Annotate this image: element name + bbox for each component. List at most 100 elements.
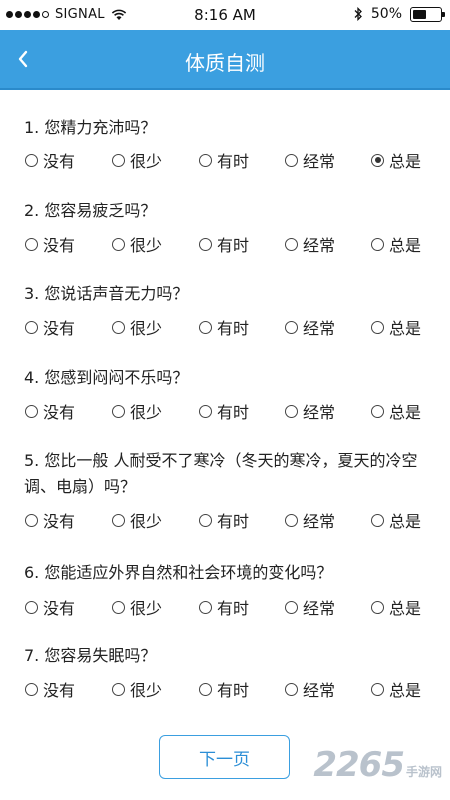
radio-icon[interactable]: [199, 513, 212, 527]
next-page-button[interactable]: 下一页: [159, 735, 290, 779]
question-7-option-5[interactable]: 总是: [371, 678, 421, 700]
question-5-options: 没有 很少 有时 经常 总是: [25, 509, 445, 531]
radio-icon[interactable]: [371, 153, 384, 167]
radio-icon[interactable]: [112, 600, 125, 614]
radio-icon[interactable]: [371, 237, 384, 251]
radio-icon[interactable]: [285, 404, 298, 418]
option-label: 很少: [130, 681, 163, 700]
radio-icon[interactable]: [25, 513, 38, 527]
question-4-option-5[interactable]: 总是: [371, 400, 421, 422]
question-4-option-2[interactable]: 很少: [112, 400, 162, 422]
question-2-option-4[interactable]: 经常: [285, 233, 335, 255]
radio-icon[interactable]: [199, 404, 212, 418]
question-6-text: 6. 您能适应外界自然和社会环境的变化吗？: [24, 563, 333, 582]
question-4-text: 4. 您感到闷闷不乐吗？: [24, 368, 189, 387]
radio-icon[interactable]: [371, 600, 384, 614]
radio-icon[interactable]: [285, 513, 298, 527]
question-1-option-2[interactable]: 很少: [112, 149, 162, 171]
status-bar: SIGNAL 8:16 AM 50%: [0, 0, 450, 30]
radio-icon[interactable]: [371, 320, 384, 334]
question-7-option-1[interactable]: 没有: [25, 678, 75, 700]
radio-icon[interactable]: [285, 320, 298, 334]
question-3-option-5[interactable]: 总是: [371, 316, 421, 338]
option-label: 总是: [389, 599, 422, 618]
option-label: 有时: [217, 403, 250, 422]
radio-icon[interactable]: [112, 320, 125, 334]
radio-icon[interactable]: [112, 513, 125, 527]
radio-icon[interactable]: [199, 153, 212, 167]
option-label: 总是: [389, 152, 422, 171]
question-6-option-3[interactable]: 有时: [199, 596, 249, 618]
question-5-option-5[interactable]: 总是: [371, 509, 421, 531]
question-4-option-1[interactable]: 没有: [25, 400, 75, 422]
question-5-text: 5. 您比一般 人耐受不了寒冷（冬天的寒冷，夏天的冷空调、电扇）吗？: [24, 451, 418, 496]
question-4-option-4[interactable]: 经常: [285, 400, 335, 422]
radio-icon[interactable]: [25, 600, 38, 614]
radio-icon[interactable]: [25, 320, 38, 334]
radio-icon[interactable]: [112, 682, 125, 696]
question-3-options: 没有 很少 有时 经常 总是: [25, 316, 445, 338]
radio-icon[interactable]: [199, 600, 212, 614]
question-3-option-1[interactable]: 没有: [25, 316, 75, 338]
question-5-option-4[interactable]: 经常: [285, 509, 335, 531]
radio-icon[interactable]: [199, 237, 212, 251]
status-right: 50%: [353, 6, 445, 22]
question-7-option-4[interactable]: 经常: [285, 678, 335, 700]
radio-icon[interactable]: [285, 153, 298, 167]
question-2-option-1[interactable]: 没有: [25, 233, 75, 255]
question-2-option-3[interactable]: 有时: [199, 233, 249, 255]
option-label: 没有: [43, 599, 76, 618]
radio-icon[interactable]: [25, 153, 38, 167]
radio-icon[interactable]: [112, 237, 125, 251]
question-4-option-3[interactable]: 有时: [199, 400, 249, 422]
option-label: 有时: [217, 681, 250, 700]
question-2-option-5[interactable]: 总是: [371, 233, 421, 255]
question-1-option-1[interactable]: 没有: [25, 149, 75, 171]
option-label: 很少: [130, 403, 163, 422]
question-7-option-2[interactable]: 很少: [112, 678, 162, 700]
option-label: 没有: [43, 236, 76, 255]
question-6-option-2[interactable]: 很少: [112, 596, 162, 618]
option-label: 有时: [217, 236, 250, 255]
question-5-option-1[interactable]: 没有: [25, 509, 75, 531]
question-1-option-3[interactable]: 有时: [199, 149, 249, 171]
question-7-option-3[interactable]: 有时: [199, 678, 249, 700]
option-label: 总是: [389, 236, 422, 255]
option-label: 没有: [43, 512, 76, 531]
question-6-option-1[interactable]: 没有: [25, 596, 75, 618]
radio-icon[interactable]: [25, 237, 38, 251]
option-label: 很少: [130, 236, 163, 255]
radio-icon[interactable]: [371, 404, 384, 418]
question-5-option-3[interactable]: 有时: [199, 509, 249, 531]
radio-icon[interactable]: [371, 682, 384, 696]
question-5-option-2[interactable]: 很少: [112, 509, 162, 531]
question-1-option-4[interactable]: 经常: [285, 149, 335, 171]
option-label: 没有: [43, 152, 76, 171]
radio-icon[interactable]: [112, 153, 125, 167]
option-label: 经常: [303, 236, 336, 255]
radio-icon[interactable]: [25, 682, 38, 696]
radio-icon[interactable]: [112, 404, 125, 418]
radio-icon[interactable]: [285, 682, 298, 696]
radio-icon[interactable]: [199, 682, 212, 696]
radio-icon[interactable]: [371, 513, 384, 527]
question-3-option-4[interactable]: 经常: [285, 316, 335, 338]
question-6-options: 没有 很少 有时 经常 总是: [25, 596, 445, 618]
option-label: 经常: [303, 681, 336, 700]
radio-icon[interactable]: [199, 320, 212, 334]
battery-icon: [410, 6, 445, 22]
radio-icon[interactable]: [285, 600, 298, 614]
radio-icon[interactable]: [285, 237, 298, 251]
question-2-options: 没有 很少 有时 经常 总是: [25, 233, 445, 255]
question-6-option-5[interactable]: 总是: [371, 596, 421, 618]
option-label: 经常: [303, 599, 336, 618]
battery-fill: [413, 9, 426, 19]
radio-icon[interactable]: [25, 404, 38, 418]
nav-bar: 体质自测: [0, 30, 450, 90]
question-6-option-4[interactable]: 经常: [285, 596, 335, 618]
option-label: 总是: [389, 403, 422, 422]
question-3-option-2[interactable]: 很少: [112, 316, 162, 338]
question-2-option-2[interactable]: 很少: [112, 233, 162, 255]
question-1-option-5[interactable]: 总是: [371, 149, 421, 171]
question-3-option-3[interactable]: 有时: [199, 316, 249, 338]
